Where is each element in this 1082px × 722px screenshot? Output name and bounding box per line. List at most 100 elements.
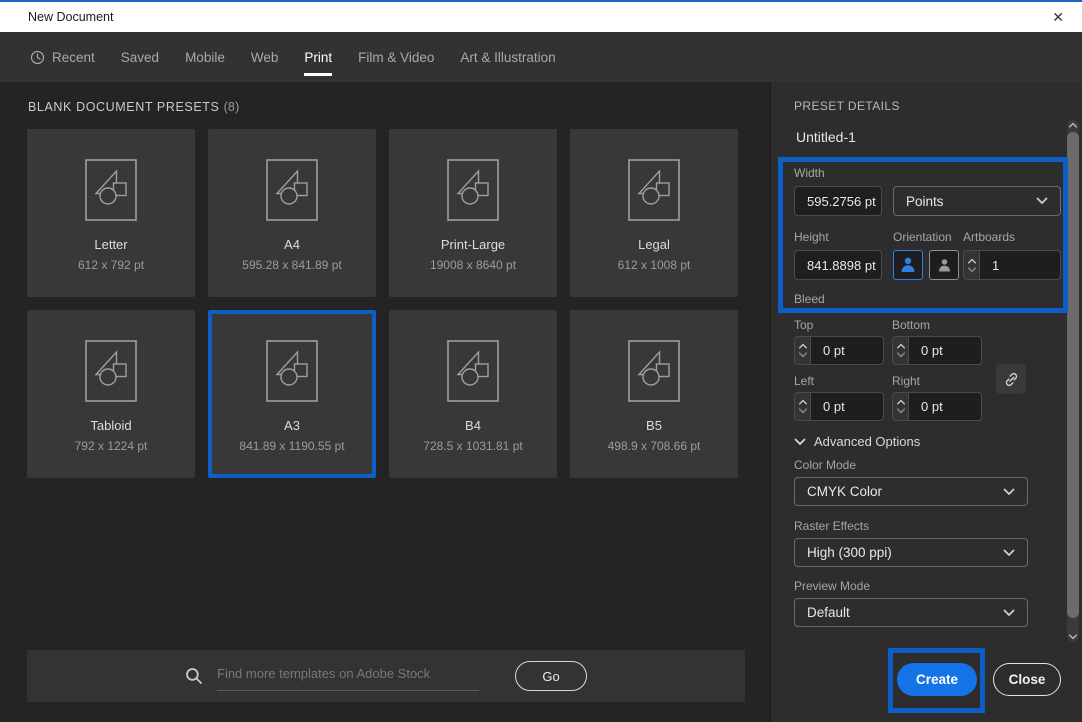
- preset-dimensions: 841.89 x 1190.55 pt: [239, 439, 344, 453]
- preset-name: Legal: [638, 237, 670, 252]
- tab-saved[interactable]: Saved: [121, 50, 159, 65]
- document-preset-icon: [85, 340, 137, 402]
- close-button[interactable]: Close: [993, 663, 1061, 696]
- bleed-right-stepper: 0 pt: [892, 392, 982, 421]
- document-preset-icon: [628, 159, 680, 221]
- raster-effects-value: High (300 ppi): [807, 545, 892, 560]
- color-mode-dropdown[interactable]: CMYK Color: [794, 477, 1028, 506]
- advanced-options-label: Advanced Options: [814, 434, 920, 449]
- bleed-left-stepper: 0 pt: [794, 392, 884, 421]
- bleed-link-button[interactable]: [996, 364, 1026, 394]
- scroll-up-icon[interactable]: [1068, 122, 1078, 128]
- height-input[interactable]: 841.8898 pt: [794, 250, 882, 280]
- bleed-bottom-label: Bottom: [892, 318, 930, 332]
- preset-card-b4[interactable]: B4 728.5 x 1031.81 pt: [389, 310, 557, 478]
- stepper-arrows: [794, 336, 810, 365]
- preset-card-b5[interactable]: B5 498.9 x 708.66 pt: [570, 310, 738, 478]
- orientation-landscape-button[interactable]: [929, 250, 959, 280]
- preset-dimensions: 792 x 1224 pt: [75, 439, 148, 453]
- tab-label: Recent: [52, 50, 95, 65]
- tab-web[interactable]: Web: [251, 50, 279, 65]
- orientation-portrait-button[interactable]: [893, 250, 923, 280]
- preset-card-letter[interactable]: Letter 612 x 792 pt: [27, 129, 195, 297]
- stepper-up-icon[interactable]: [967, 258, 977, 264]
- preset-dimensions: 728.5 x 1031.81 pt: [423, 439, 522, 453]
- bleed-left-input[interactable]: 0 pt: [810, 392, 884, 421]
- color-mode-label: Color Mode: [794, 458, 856, 472]
- bleed-right-input[interactable]: 0 pt: [908, 392, 982, 421]
- document-preset-icon: [447, 340, 499, 402]
- raster-effects-dropdown[interactable]: High (300 ppi): [794, 538, 1028, 567]
- document-preset-icon: [628, 340, 680, 402]
- stepper-up-icon[interactable]: [798, 343, 808, 349]
- preset-card-print-large[interactable]: Print-Large 19008 x 8640 pt: [389, 129, 557, 297]
- advanced-options-toggle[interactable]: Advanced Options: [794, 434, 920, 449]
- chevron-down-icon: [1003, 488, 1015, 496]
- stock-search-input[interactable]: Find more templates on Adobe Stock: [217, 661, 479, 691]
- orientation-label: Orientation: [893, 230, 952, 244]
- search-icon: [185, 667, 203, 685]
- tab-film-video[interactable]: Film & Video: [358, 50, 434, 65]
- chevron-down-icon: [1003, 609, 1015, 617]
- preset-name: B4: [465, 418, 481, 433]
- height-label: Height: [794, 230, 829, 244]
- stepper-arrows: [892, 392, 908, 421]
- stepper-arrows: [794, 392, 810, 421]
- bleed-bottom-stepper: 0 pt: [892, 336, 982, 365]
- preset-name: Letter: [94, 237, 127, 252]
- presets-heading-text: BLANK DOCUMENT PRESETS: [28, 100, 219, 114]
- tab-print[interactable]: Print: [304, 50, 332, 65]
- chevron-down-icon: [794, 438, 806, 446]
- preset-card-a4[interactable]: A4 595.28 x 841.89 pt: [208, 129, 376, 297]
- stepper-up-icon[interactable]: [798, 399, 808, 405]
- close-icon[interactable]: ✕: [1052, 10, 1064, 24]
- tab-art-illustration[interactable]: Art & Illustration: [460, 50, 555, 65]
- units-dropdown[interactable]: Points: [893, 186, 1061, 216]
- stepper-down-icon[interactable]: [798, 352, 808, 358]
- stepper-down-icon[interactable]: [896, 352, 906, 358]
- width-input[interactable]: 595.2756 pt: [794, 186, 882, 216]
- create-button[interactable]: Create: [897, 663, 977, 696]
- preset-dimensions: 595.28 x 841.89 pt: [242, 258, 341, 272]
- presets-heading: BLANK DOCUMENT PRESETS (8): [28, 100, 239, 114]
- scrollbar-thumb[interactable]: [1067, 132, 1079, 618]
- bleed-bottom-input[interactable]: 0 pt: [908, 336, 982, 365]
- bleed-top-input[interactable]: 0 pt: [810, 336, 884, 365]
- preview-mode-label: Preview Mode: [794, 579, 870, 593]
- presets-count: (8): [224, 100, 240, 114]
- tab-recent[interactable]: Recent: [30, 50, 95, 65]
- bleed-right-label: Right: [892, 374, 920, 388]
- raster-effects-label: Raster Effects: [794, 519, 869, 533]
- tab-label: Print: [304, 50, 332, 65]
- stepper-up-icon[interactable]: [896, 343, 906, 349]
- stepper-down-icon[interactable]: [967, 267, 977, 273]
- preset-dimensions: 612 x 1008 pt: [618, 258, 691, 272]
- stepper-arrows: [892, 336, 908, 365]
- preset-card-legal[interactable]: Legal 612 x 1008 pt: [570, 129, 738, 297]
- document-preset-icon: [85, 159, 137, 221]
- preset-name: A4: [284, 237, 300, 252]
- preset-card-a3-selected[interactable]: A3 841.89 x 1190.55 pt: [208, 310, 376, 478]
- tab-label: Saved: [121, 50, 159, 65]
- preview-mode-value: Default: [807, 605, 850, 620]
- panel-scrollbar[interactable]: [1067, 120, 1079, 642]
- preset-dimensions: 498.9 x 708.66 pt: [608, 439, 701, 453]
- document-preset-icon: [266, 159, 318, 221]
- new-document-dialog: New Document ✕ Recent Saved Mobile Web P…: [0, 0, 1082, 722]
- artboards-input[interactable]: 1: [979, 250, 1061, 280]
- stepper-down-icon[interactable]: [798, 408, 808, 414]
- scroll-down-icon[interactable]: [1068, 634, 1078, 640]
- preset-name: Print-Large: [441, 237, 505, 252]
- bleed-label: Bleed: [794, 292, 825, 306]
- link-icon: [1003, 371, 1020, 388]
- window-title: New Document: [28, 10, 113, 24]
- title-bar: New Document ✕: [0, 2, 1082, 32]
- stepper-up-icon[interactable]: [896, 399, 906, 405]
- document-name-field[interactable]: Untitled-1: [796, 129, 856, 145]
- go-button[interactable]: Go: [515, 661, 587, 691]
- color-mode-value: CMYK Color: [807, 484, 882, 499]
- stepper-down-icon[interactable]: [896, 408, 906, 414]
- preset-card-tabloid[interactable]: Tabloid 792 x 1224 pt: [27, 310, 195, 478]
- tab-mobile[interactable]: Mobile: [185, 50, 225, 65]
- preview-mode-dropdown[interactable]: Default: [794, 598, 1028, 627]
